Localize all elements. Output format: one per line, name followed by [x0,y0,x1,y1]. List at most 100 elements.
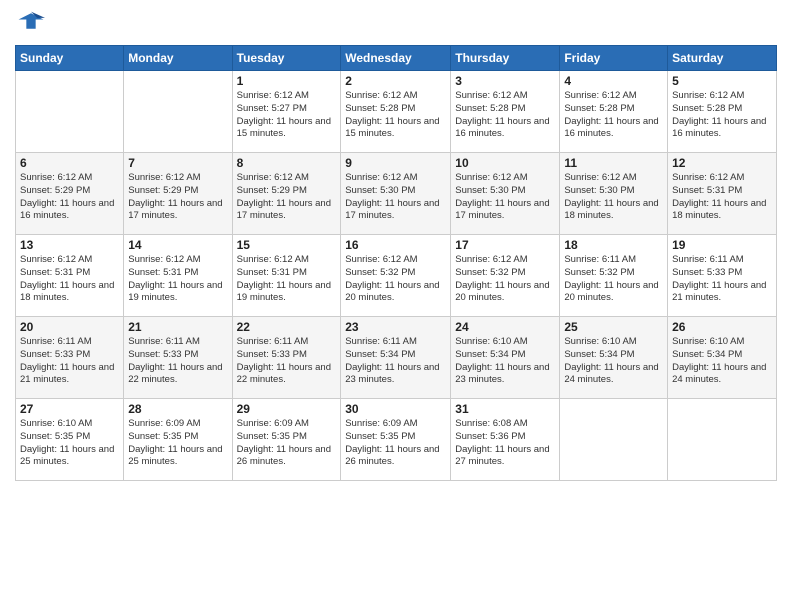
weekday-header-saturday: Saturday [668,46,777,71]
day-info: Sunrise: 6:12 AM Sunset: 5:31 PM Dayligh… [128,254,227,305]
day-info: Sunrise: 6:12 AM Sunset: 5:29 PM Dayligh… [237,172,337,223]
day-cell: 8 Sunrise: 6:12 AM Sunset: 5:29 PM Daylig… [232,153,341,235]
day-info: Sunrise: 6:11 AM Sunset: 5:33 PM Dayligh… [128,336,227,387]
calendar-header: SundayMondayTuesdayWednesdayThursdayFrid… [16,46,777,71]
day-info: Sunrise: 6:12 AM Sunset: 5:30 PM Dayligh… [564,172,663,223]
weekday-row: SundayMondayTuesdayWednesdayThursdayFrid… [16,46,777,71]
day-number: 3 [455,74,555,88]
header [15,10,777,37]
day-cell: 18 Sunrise: 6:11 AM Sunset: 5:32 PM Dayli… [560,235,668,317]
day-number: 25 [564,320,663,334]
day-cell: 13 Sunrise: 6:12 AM Sunset: 5:31 PM Dayli… [16,235,124,317]
day-number: 20 [20,320,119,334]
day-cell: 28 Sunrise: 6:09 AM Sunset: 5:35 PM Dayli… [124,399,232,481]
weekday-header-friday: Friday [560,46,668,71]
day-info: Sunrise: 6:12 AM Sunset: 5:30 PM Dayligh… [345,172,446,223]
day-number: 10 [455,156,555,170]
day-cell [124,71,232,153]
day-cell: 20 Sunrise: 6:11 AM Sunset: 5:33 PM Dayli… [16,317,124,399]
day-number: 7 [128,156,227,170]
day-info: Sunrise: 6:12 AM Sunset: 5:32 PM Dayligh… [345,254,446,305]
day-number: 21 [128,320,227,334]
logo [15,10,47,37]
day-info: Sunrise: 6:11 AM Sunset: 5:33 PM Dayligh… [237,336,337,387]
day-info: Sunrise: 6:12 AM Sunset: 5:29 PM Dayligh… [20,172,119,223]
day-number: 28 [128,402,227,416]
logo-icon [17,10,45,32]
day-cell: 11 Sunrise: 6:12 AM Sunset: 5:30 PM Dayli… [560,153,668,235]
day-info: Sunrise: 6:10 AM Sunset: 5:35 PM Dayligh… [20,418,119,469]
day-cell: 30Sunrise: 6:09 AM Sunset: 5:35 PM Dayli… [341,399,451,481]
day-info: Sunrise: 6:12 AM Sunset: 5:28 PM Dayligh… [672,90,772,141]
day-cell: 10 Sunrise: 6:12 AM Sunset: 5:30 PM Dayli… [451,153,560,235]
day-info: Sunrise: 6:12 AM Sunset: 5:29 PM Dayligh… [128,172,227,223]
day-info: Sunrise: 6:11 AM Sunset: 5:34 PM Dayligh… [345,336,446,387]
day-number: 5 [672,74,772,88]
day-info: Sunrise: 6:12 AM Sunset: 5:28 PM Dayligh… [564,90,663,141]
day-cell: 2Sunrise: 6:12 AM Sunset: 5:28 PM Daylig… [341,71,451,153]
day-info: Sunrise: 6:09 AM Sunset: 5:35 PM Dayligh… [345,418,446,469]
day-info: Sunrise: 6:10 AM Sunset: 5:34 PM Dayligh… [455,336,555,387]
day-number: 26 [672,320,772,334]
day-cell: 1Sunrise: 6:12 AM Sunset: 5:27 PM Daylig… [232,71,341,153]
day-cell: 26Sunrise: 6:10 AM Sunset: 5:34 PM Dayli… [668,317,777,399]
day-cell: 5 Sunrise: 6:12 AM Sunset: 5:28 PM Daylig… [668,71,777,153]
day-info: Sunrise: 6:12 AM Sunset: 5:32 PM Dayligh… [455,254,555,305]
day-info: Sunrise: 6:12 AM Sunset: 5:28 PM Dayligh… [345,90,446,141]
day-info: Sunrise: 6:12 AM Sunset: 5:31 PM Dayligh… [20,254,119,305]
day-info: Sunrise: 6:10 AM Sunset: 5:34 PM Dayligh… [564,336,663,387]
day-cell: 6 Sunrise: 6:12 AM Sunset: 5:29 PM Daylig… [16,153,124,235]
day-info: Sunrise: 6:11 AM Sunset: 5:33 PM Dayligh… [672,254,772,305]
week-row-5: 27 Sunrise: 6:10 AM Sunset: 5:35 PM Dayli… [16,399,777,481]
day-number: 12 [672,156,772,170]
day-cell: 19 Sunrise: 6:11 AM Sunset: 5:33 PM Dayli… [668,235,777,317]
day-cell: 15 Sunrise: 6:12 AM Sunset: 5:31 PM Dayli… [232,235,341,317]
day-info: Sunrise: 6:09 AM Sunset: 5:35 PM Dayligh… [128,418,227,469]
week-row-4: 20 Sunrise: 6:11 AM Sunset: 5:33 PM Dayli… [16,317,777,399]
day-cell: 12 Sunrise: 6:12 AM Sunset: 5:31 PM Dayli… [668,153,777,235]
day-cell: 31 Sunrise: 6:08 AM Sunset: 5:36 PM Dayli… [451,399,560,481]
day-info: Sunrise: 6:11 AM Sunset: 5:33 PM Dayligh… [20,336,119,387]
day-cell: 29 Sunrise: 6:09 AM Sunset: 5:35 PM Dayli… [232,399,341,481]
day-cell: 9 Sunrise: 6:12 AM Sunset: 5:30 PM Daylig… [341,153,451,235]
day-cell: 4Sunrise: 6:12 AM Sunset: 5:28 PM Daylig… [560,71,668,153]
day-cell: 24Sunrise: 6:10 AM Sunset: 5:34 PM Dayli… [451,317,560,399]
page: SundayMondayTuesdayWednesdayThursdayFrid… [0,0,792,612]
day-number: 19 [672,238,772,252]
day-cell [560,399,668,481]
day-info: Sunrise: 6:09 AM Sunset: 5:35 PM Dayligh… [237,418,337,469]
day-number: 13 [20,238,119,252]
day-cell: 17 Sunrise: 6:12 AM Sunset: 5:32 PM Dayli… [451,235,560,317]
day-number: 17 [455,238,555,252]
day-number: 29 [237,402,337,416]
day-number: 16 [345,238,446,252]
weekday-header-wednesday: Wednesday [341,46,451,71]
day-cell [668,399,777,481]
day-info: Sunrise: 6:08 AM Sunset: 5:36 PM Dayligh… [455,418,555,469]
weekday-header-sunday: Sunday [16,46,124,71]
day-number: 11 [564,156,663,170]
day-cell [16,71,124,153]
day-cell: 14Sunrise: 6:12 AM Sunset: 5:31 PM Dayli… [124,235,232,317]
weekday-header-thursday: Thursday [451,46,560,71]
day-info: Sunrise: 6:12 AM Sunset: 5:31 PM Dayligh… [237,254,337,305]
calendar-table: SundayMondayTuesdayWednesdayThursdayFrid… [15,45,777,481]
day-cell: 25 Sunrise: 6:10 AM Sunset: 5:34 PM Dayli… [560,317,668,399]
day-info: Sunrise: 6:12 AM Sunset: 5:27 PM Dayligh… [237,90,337,141]
day-number: 27 [20,402,119,416]
day-number: 31 [455,402,555,416]
day-cell: 23 Sunrise: 6:11 AM Sunset: 5:34 PM Dayli… [341,317,451,399]
day-number: 18 [564,238,663,252]
day-number: 9 [345,156,446,170]
day-number: 6 [20,156,119,170]
day-info: Sunrise: 6:11 AM Sunset: 5:32 PM Dayligh… [564,254,663,305]
day-number: 15 [237,238,337,252]
day-info: Sunrise: 6:12 AM Sunset: 5:31 PM Dayligh… [672,172,772,223]
day-number: 8 [237,156,337,170]
day-info: Sunrise: 6:12 AM Sunset: 5:30 PM Dayligh… [455,172,555,223]
week-row-2: 6 Sunrise: 6:12 AM Sunset: 5:29 PM Daylig… [16,153,777,235]
week-row-3: 13 Sunrise: 6:12 AM Sunset: 5:31 PM Dayli… [16,235,777,317]
weekday-header-tuesday: Tuesday [232,46,341,71]
day-number: 23 [345,320,446,334]
day-cell: 16 Sunrise: 6:12 AM Sunset: 5:32 PM Dayli… [341,235,451,317]
